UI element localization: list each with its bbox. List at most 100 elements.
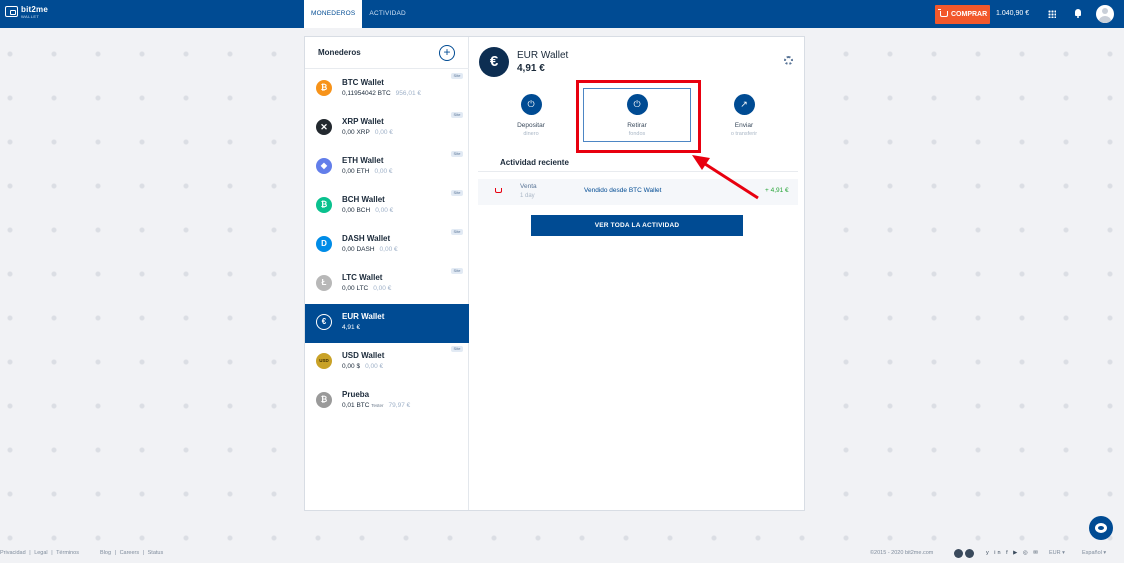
footer-link-terms[interactable]: Términos	[56, 550, 79, 556]
wallet-badge: Site	[451, 190, 463, 196]
language-selector[interactable]: Español ▾	[1082, 550, 1106, 556]
footer-link-legal[interactable]: Legal	[34, 550, 47, 556]
wallet-balance: 0,00 ETH 0,00 €	[342, 168, 393, 175]
wallet-badge: Site	[451, 346, 463, 352]
wallet-badge: Site	[451, 73, 463, 79]
wallet-name: DASH Wallet	[342, 234, 391, 243]
sale-cart-icon	[495, 188, 502, 193]
deposit-label: Depositar	[517, 122, 545, 129]
wallet-name: XRP Wallet	[342, 117, 384, 126]
wallet-name: BCH Wallet	[342, 195, 385, 204]
wallet-item-prueba[interactable]: ₿ Prueba 0,01 BTC Tester 79,97 €	[305, 382, 469, 421]
send-action[interactable]: ↗ Enviar o transferir	[709, 94, 779, 137]
add-wallet-button[interactable]: +	[439, 45, 455, 61]
apps-grid-icon[interactable]	[1048, 10, 1056, 18]
wallet-item-btc[interactable]: ₿ BTC Wallet 0,11954042 BTC 956,01 € Site	[305, 70, 469, 109]
wallet-balance: 0,11954042 BTC 956,01 €	[342, 90, 421, 97]
logo-text: bit2me	[21, 5, 48, 14]
wallet-item-eth[interactable]: ◆ ETH Wallet 0,00 ETH 0,00 € Site	[305, 148, 469, 187]
user-avatar[interactable]	[1096, 5, 1114, 23]
nav-tabs: MONEDEROS ACTIVIDAD	[304, 0, 413, 28]
wallet-name: EUR Wallet	[342, 312, 385, 321]
footer-link-status[interactable]: Status	[148, 550, 164, 556]
wallet-card: Monederos + ₿ BTC Wallet 0,11954042 BTC 9…	[304, 36, 805, 511]
annotation-highlight-box	[576, 80, 701, 153]
wallet-item-ltc[interactable]: Ł LTC Wallet 0,00 LTC 0,00 € Site	[305, 265, 469, 304]
wallet-balance: 0,00 $0,00 €	[342, 363, 384, 370]
buy-button[interactable]: COMPRAR	[935, 5, 990, 24]
dash-icon: D	[316, 236, 332, 252]
send-arrow-icon: ↗	[733, 94, 755, 115]
wallet-badge: Site	[451, 151, 463, 157]
prueba-btc-icon: ₿	[316, 392, 332, 408]
social-icons[interactable]: y in f ▶ ◎ ✉	[986, 550, 1040, 556]
support-chat-button[interactable]	[1089, 516, 1113, 540]
send-label: Enviar	[734, 122, 754, 129]
wallet-detail-amount: 4,91 €	[517, 63, 545, 74]
wallet-sidebar: Monederos + ₿ BTC Wallet 0,11954042 BTC 9…	[305, 37, 469, 510]
wallet-balance: 0,00 BCH 0,00 €	[342, 207, 394, 214]
buy-button-label: COMPRAR	[951, 11, 988, 18]
sidebar-header: Monederos +	[305, 37, 469, 69]
annotation-arrow-line	[701, 160, 759, 200]
currency-selector[interactable]: EUR ▾	[1049, 550, 1065, 556]
eur-icon: €	[316, 314, 332, 330]
eth-icon: ◆	[316, 158, 332, 174]
footer-separator: |	[114, 550, 117, 556]
tab-monederos[interactable]: MONEDEROS	[304, 0, 363, 28]
logo-subtext: WALLET	[21, 14, 40, 19]
play-store-icon[interactable]	[965, 549, 974, 558]
activity-description: Vendido desde BTC Wallet	[584, 187, 662, 194]
footer-link-privacy[interactable]: Privacidad	[0, 550, 26, 556]
wallet-balance: 0,00 LTC 0,00 €	[342, 285, 392, 292]
footer-separator: |	[51, 550, 53, 556]
footer-separator: |	[142, 550, 145, 556]
footer-separator: |	[29, 550, 31, 556]
notifications-bell-icon[interactable]	[1075, 9, 1081, 18]
bch-icon: ₿	[316, 197, 332, 213]
deposit-icon: ⏻	[520, 94, 542, 115]
wallet-logo-icon	[5, 6, 18, 17]
sidebar-title: Monederos	[318, 48, 361, 57]
wallet-name: LTC Wallet	[342, 273, 383, 282]
annotation-arrow-head	[692, 155, 710, 170]
footer-links: Privacidad | Legal | Términos Blog | Car…	[0, 550, 165, 556]
deposit-action[interactable]: ⏻ Depositar dinero	[496, 94, 566, 137]
wallet-balance: 4,91 €	[342, 324, 361, 331]
wallet-item-xrp[interactable]: ✕ XRP Wallet 0,00 XRP 0,00 € Site	[305, 109, 469, 148]
activity-type: Venta	[520, 183, 537, 190]
wallet-badge: Site	[451, 268, 463, 274]
settings-gear-icon[interactable]	[784, 56, 793, 65]
footer-link-blog[interactable]: Blog	[100, 550, 111, 556]
wallet-balance: 0,00 XRP 0,00 €	[342, 129, 393, 136]
wallet-item-dash[interactable]: D DASH Wallet 0,00 DASH 0,00 € Site	[305, 226, 469, 265]
view-all-activity-button[interactable]: VER TODA LA ACTIVIDAD	[531, 215, 743, 236]
wallet-badge: Site	[451, 112, 463, 118]
total-balance[interactable]: 1.040,90 €	[996, 0, 1029, 28]
wallet-balance: 0,01 BTC Tester 79,97 €	[342, 402, 411, 409]
app-store-icon[interactable]	[954, 549, 963, 558]
wallet-name: Prueba	[342, 390, 370, 399]
footer-copyright: ©2015 - 2020 bit2me.com	[870, 550, 934, 556]
recent-activity-title: Actividad reciente	[500, 158, 569, 167]
send-sublabel: o transferir	[730, 131, 758, 137]
wallet-balance: 0,00 DASH 0,00 €	[342, 246, 398, 253]
logo[interactable]: bit2me WALLET	[5, 5, 65, 22]
ltc-icon: Ł	[316, 275, 332, 291]
wallet-name: ETH Wallet	[342, 156, 384, 165]
annotation-arrow	[692, 155, 759, 200]
wallet-name: USD Wallet	[342, 351, 385, 360]
wallet-item-eur[interactable]: € EUR Wallet 4,91 €	[305, 304, 469, 343]
eur-currency-icon: €	[479, 47, 509, 77]
wallet-item-bch[interactable]: ₿ BCH Wallet 0,00 BCH 0,00 € Site	[305, 187, 469, 226]
btc-icon: ₿	[316, 80, 332, 96]
usd-icon: USD	[316, 353, 332, 369]
footer-link-careers[interactable]: Careers	[120, 550, 140, 556]
tab-actividad[interactable]: ACTIVIDAD	[362, 0, 412, 28]
wallet-detail-title: EUR Wallet	[517, 50, 569, 61]
wallet-item-usd[interactable]: USD USD Wallet 0,00 $0,00 € Site	[305, 343, 469, 382]
activity-time: 1 day	[520, 193, 535, 199]
wallet-badge: Site	[451, 229, 463, 235]
top-bar: bit2me WALLET MONEDEROS ACTIVIDAD COMPRA…	[0, 0, 1124, 28]
xrp-icon: ✕	[316, 119, 332, 135]
